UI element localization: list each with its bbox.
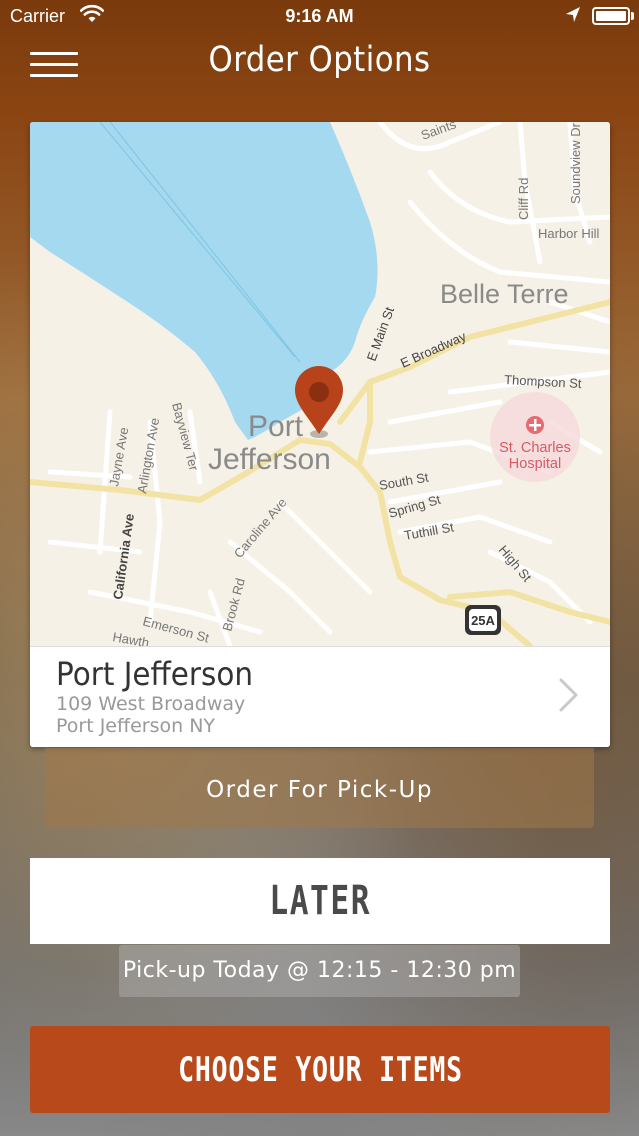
choose-items-button[interactable]: CHOOSE YOUR ITEMS (30, 1026, 610, 1113)
battery-icon (592, 7, 630, 25)
location-arrow-icon (565, 6, 581, 29)
later-button[interactable]: LATER (30, 858, 610, 944)
status-time: 9:16 AM (285, 6, 354, 26)
map-label-hospital-1: St. Charles (499, 440, 571, 456)
pickup-time-selector[interactable]: Pick-up Today @ 12:15 - 12:30 pm (119, 945, 520, 997)
page-title: Order Options (208, 40, 431, 80)
store-card: Saints Cliff Rd Soundview Dr Harbor Hill… (30, 122, 610, 747)
map-label-harbor: Harbor Hill (538, 226, 600, 241)
choose-items-label: CHOOSE YOUR ITEMS (177, 1050, 463, 1090)
map-label-belle-terre: Belle Terre (440, 279, 569, 309)
map-label-soundview: Soundview Dr (568, 122, 583, 204)
route-shield-label: 25A (471, 613, 495, 628)
store-map[interactable]: Saints Cliff Rd Soundview Dr Harbor Hill… (30, 122, 610, 646)
store-address-line1: 109 West Broadway (56, 693, 246, 715)
map-label-jefferson: Jefferson (208, 443, 331, 476)
hospital-cross-icon (526, 416, 544, 434)
map-label-cliff: Cliff Rd (516, 178, 531, 220)
route-shield-icon: 25A (465, 605, 501, 635)
map-label-hospital-2: Hospital (509, 456, 561, 472)
store-info-row[interactable]: Port Jefferson 109 West Broadway Port Je… (30, 646, 610, 747)
store-name: Port Jefferson (56, 655, 254, 693)
chevron-right-icon (559, 678, 578, 712)
map-label-port: Port (248, 410, 304, 443)
later-label: LATER (269, 878, 371, 924)
status-bar: Carrier 9:16 AM (0, 0, 639, 34)
store-address-line2: Port Jefferson NY (56, 715, 216, 737)
order-type-button[interactable]: Order For Pick-Up (45, 748, 594, 828)
battery-tip (631, 12, 634, 20)
